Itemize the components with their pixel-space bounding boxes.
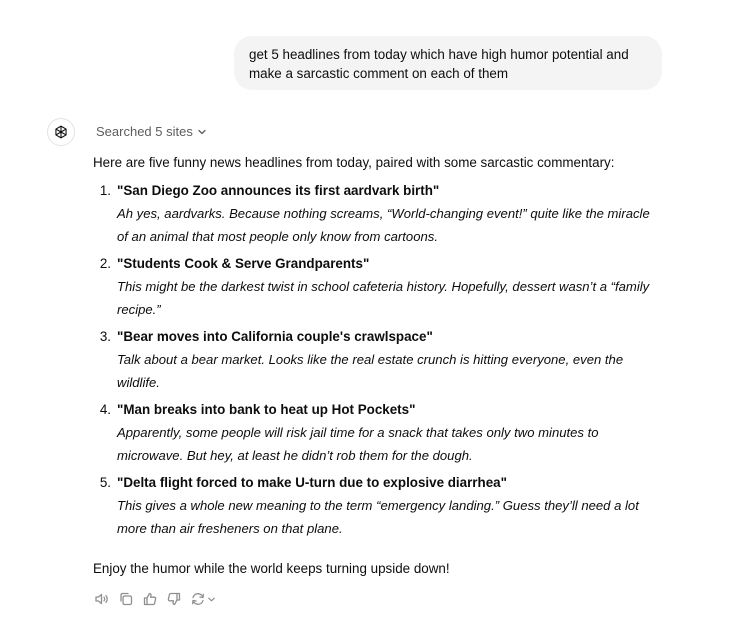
read-aloud-button[interactable] <box>94 591 110 607</box>
thumbs-down-button[interactable] <box>166 591 182 607</box>
user-message-line: get 5 headlines from today which have hi… <box>249 47 629 62</box>
assistant-avatar <box>47 118 75 146</box>
copy-icon <box>120 592 133 606</box>
comment-line: wildlife. <box>117 375 160 390</box>
chevron-down-icon <box>198 129 206 135</box>
user-message-bubble: get 5 headlines from today which have hi… <box>234 36 662 90</box>
comment-line: Ah yes, aardvarks. Because nothing screa… <box>117 206 650 221</box>
sarcastic-comment: This gives a whole new meaning to the te… <box>117 494 665 540</box>
sarcastic-comment: Talk about a bear market. Looks like the… <box>117 348 665 394</box>
list-item: 4. "Man breaks into bank to heat up Hot … <box>93 401 673 467</box>
headline-text: "Students Cook & Serve Grandparents" <box>117 256 370 271</box>
searched-sites-toggle[interactable]: Searched 5 sites <box>96 124 207 140</box>
list-item: 3. "Bear moves into California couple's … <box>93 328 673 394</box>
comment-line: of an animal that most people only know … <box>117 229 438 244</box>
regenerate-button[interactable] <box>190 591 216 607</box>
headline-list: 1. "San Diego Zoo announces its first aa… <box>93 182 673 547</box>
response-intro: Here are five funny news headlines from … <box>93 155 615 170</box>
thumbs-down-icon <box>167 592 181 606</box>
list-number: 4. <box>99 402 111 417</box>
sarcastic-comment: Ah yes, aardvarks. Because nothing screa… <box>117 202 665 248</box>
thumbs-up-icon <box>143 592 157 606</box>
openai-logo-icon <box>55 125 67 139</box>
comment-line: more than air fresheners on that plane. <box>117 521 343 536</box>
comment-line: microwave. But hey, at least he didn’t r… <box>117 448 473 463</box>
list-item: 5. "Delta flight forced to make U-turn d… <box>93 474 673 540</box>
comment-line: This might be the darkest twist in schoo… <box>117 279 650 294</box>
comment-line: Apparently, some people will risk jail t… <box>117 425 599 440</box>
list-number: 2. <box>99 256 111 271</box>
user-message-line: make a sarcastic comment on each of them <box>249 66 508 81</box>
list-number: 3. <box>99 329 111 344</box>
message-actions <box>94 591 216 607</box>
list-item: 2. "Students Cook & Serve Grandparents" … <box>93 255 673 321</box>
response-outro: Enjoy the humor while the world keeps tu… <box>93 561 450 576</box>
headline-text: "Delta flight forced to make U-turn due … <box>117 475 507 490</box>
thumbs-up-button[interactable] <box>142 591 158 607</box>
read-aloud-icon <box>95 593 108 605</box>
comment-line: recipe.” <box>117 302 161 317</box>
comment-line: Talk about a bear market. Looks like the… <box>117 352 624 367</box>
headline-text: "Bear moves into California couple's cra… <box>117 329 433 344</box>
list-number: 5. <box>99 475 111 490</box>
comment-line: This gives a whole new meaning to the te… <box>117 498 639 513</box>
headline-text: "San Diego Zoo announces its first aardv… <box>117 183 440 198</box>
copy-button[interactable] <box>118 591 134 607</box>
regenerate-icon <box>192 593 204 605</box>
sarcastic-comment: This might be the darkest twist in schoo… <box>117 275 665 321</box>
headline-text: "Man breaks into bank to heat up Hot Poc… <box>117 402 416 417</box>
searched-sites-label: Searched 5 sites <box>96 124 193 139</box>
list-item: 1. "San Diego Zoo announces its first aa… <box>93 182 673 248</box>
list-number: 1. <box>99 183 111 198</box>
chevron-down-icon <box>208 597 215 601</box>
sarcastic-comment: Apparently, some people will risk jail t… <box>117 421 665 467</box>
